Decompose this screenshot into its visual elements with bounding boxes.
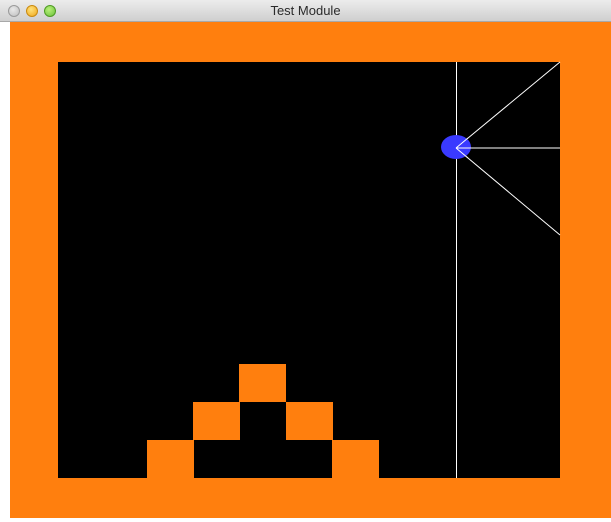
window-title: Test Module [270,3,341,18]
wall-block [332,440,379,478]
title-bar[interactable]: Test Module [0,0,611,22]
wall-block [193,402,240,440]
app-window: Test Module [0,0,611,522]
wall-block [286,402,333,440]
wall-block [147,440,194,478]
wall-block [239,364,286,402]
game-area [10,22,611,518]
arena-canvas [58,61,561,478]
